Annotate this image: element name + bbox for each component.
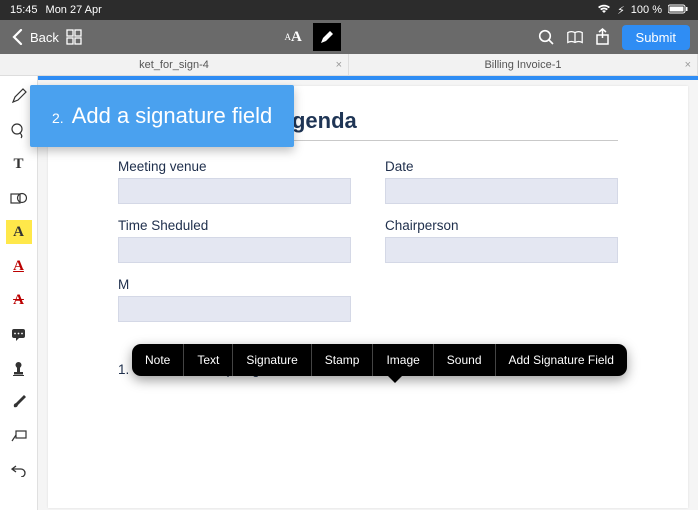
back-label: Back: [30, 30, 59, 45]
field-label-time: Time Sheduled: [118, 218, 351, 233]
status-battery-pct: 100 %: [631, 4, 662, 16]
undo-tool[interactable]: [6, 458, 32, 482]
text-tool[interactable]: T: [6, 152, 32, 176]
lasso-tool[interactable]: [6, 118, 32, 142]
cm-image[interactable]: Image: [373, 344, 433, 376]
submit-button[interactable]: Submit: [622, 25, 690, 50]
ipad-status-bar: 15:45 Mon 27 Apr ⚡︎ 100 %: [0, 0, 698, 20]
annotate-mode[interactable]: [313, 23, 341, 51]
highlight-tool[interactable]: A: [6, 220, 32, 244]
field-label-partial: M: [118, 277, 351, 292]
underline-tool[interactable]: A: [6, 254, 32, 278]
back-button[interactable]: Back: [8, 28, 59, 46]
status-time: 15:45: [10, 4, 38, 16]
field-input-partial[interactable]: [118, 296, 351, 322]
pen-tool[interactable]: [6, 84, 32, 108]
book-icon[interactable]: [566, 28, 584, 46]
field-label-date: Date: [385, 159, 618, 174]
close-icon[interactable]: ×: [336, 59, 342, 71]
share-icon[interactable]: [594, 28, 612, 46]
tab-1[interactable]: Billing Invoice-1 ×: [349, 54, 698, 75]
status-date: Mon 27 Apr: [46, 4, 102, 16]
text-size-mode[interactable]: AA: [279, 23, 307, 51]
field-input-venue[interactable]: [118, 178, 351, 204]
tutorial-callout: 2. Add a signature field: [30, 85, 294, 147]
loading-progress: [38, 76, 698, 80]
context-menu: Note Text Signature Stamp Image Sound Ad…: [132, 344, 627, 376]
field-input-time[interactable]: [118, 237, 351, 263]
callout-number: 2.: [52, 110, 64, 126]
stamp-tool[interactable]: [6, 356, 32, 380]
shape-tool[interactable]: [6, 186, 32, 210]
cm-text[interactable]: Text: [184, 344, 233, 376]
strikeout-tool[interactable]: A: [6, 288, 32, 312]
search-icon[interactable]: [538, 28, 556, 46]
cm-stamp[interactable]: Stamp: [312, 344, 374, 376]
close-icon[interactable]: ×: [685, 59, 691, 71]
tab-label: Billing Invoice-1: [484, 59, 561, 71]
note-tool[interactable]: [6, 322, 32, 346]
grid-icon[interactable]: [65, 28, 83, 46]
battery-icon: [668, 4, 688, 17]
cm-note[interactable]: Note: [132, 344, 184, 376]
callout-tool[interactable]: [6, 424, 32, 448]
brush-tool[interactable]: [6, 390, 32, 414]
callout-text: Add a signature field: [72, 103, 273, 129]
document-page[interactable]: Board Meeting Agenda Meeting venue Date …: [48, 86, 688, 508]
field-label-chair: Chairperson: [385, 218, 618, 233]
document-tabs: ket_for_sign-4 × Billing Invoice-1 ×: [0, 54, 698, 76]
field-input-chair[interactable]: [385, 237, 618, 263]
charging-icon: ⚡︎: [617, 4, 625, 17]
field-input-date[interactable]: [385, 178, 618, 204]
cm-signature[interactable]: Signature: [233, 344, 311, 376]
app-toolbar: Back AA Submit: [0, 20, 698, 54]
tab-label: ket_for_sign-4: [139, 59, 209, 71]
cm-add-signature-field[interactable]: Add Signature Field: [496, 344, 627, 376]
chevron-left-icon: [8, 28, 26, 46]
cm-sound[interactable]: Sound: [434, 344, 496, 376]
tab-0[interactable]: ket_for_sign-4 ×: [0, 54, 349, 75]
wifi-icon: [597, 4, 611, 17]
field-label-venue: Meeting venue: [118, 159, 351, 174]
